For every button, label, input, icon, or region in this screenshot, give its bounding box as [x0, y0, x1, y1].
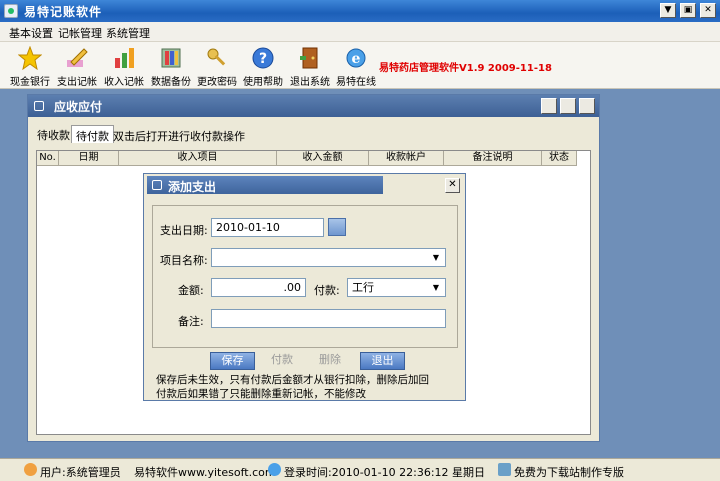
- menu-bar: 基本设置 记帐管理 系统管理: [0, 22, 720, 42]
- calendar-picker-button[interactable]: [328, 218, 346, 236]
- menu-system[interactable]: 系统管理: [106, 25, 150, 41]
- exit-door-icon: [300, 47, 318, 69]
- payment-label: 付款:: [314, 284, 340, 297]
- note-line-2: 付款后如果错了只能删除重新记帐，不能修改: [156, 388, 366, 400]
- bar-chart-icon: [115, 48, 134, 68]
- child-maximize-button[interactable]: [560, 98, 576, 114]
- status-bar: 用户:系统管理员 易特软件www.yitesoft.com 登录时间:2010-…: [0, 458, 720, 481]
- remark-input[interactable]: [211, 309, 446, 328]
- menu-basic-settings[interactable]: 基本设置: [9, 25, 53, 41]
- chevron-down-icon: ▼: [432, 253, 440, 262]
- toolbar-cash-bank[interactable]: 现金银行: [7, 44, 53, 88]
- svg-text:?: ?: [259, 51, 267, 67]
- dialog-close-button[interactable]: ✕: [445, 178, 460, 193]
- exit-button[interactable]: 退出: [360, 352, 405, 370]
- project-label: 项目名称:: [160, 254, 208, 267]
- dialog-titlebar: 添加支出 ✕: [144, 174, 465, 196]
- svg-text:e: e: [352, 51, 361, 67]
- col-status[interactable]: 状态: [542, 151, 577, 166]
- menu-bookkeeping[interactable]: 记帐管理: [58, 25, 102, 41]
- main-titlebar: 易特记账软件 ▼ ▣ ✕: [0, 0, 720, 22]
- payment-account-select[interactable]: 工行 ▼: [347, 278, 446, 297]
- tab-pending-payment[interactable]: 待付款: [71, 125, 114, 143]
- pencil-icon: [67, 48, 88, 67]
- toolbar-exit[interactable]: 退出系统: [287, 44, 333, 88]
- key-icon: [207, 48, 226, 66]
- tab-pending-receipt[interactable]: 待收款: [33, 125, 74, 143]
- payment-value: 工行: [352, 281, 374, 294]
- backup-icon: [161, 48, 181, 68]
- project-select[interactable]: ▼: [211, 248, 446, 267]
- toolbar-income[interactable]: 收入记帐: [101, 44, 147, 88]
- toolbar: 现金银行 支出记帐 收入记帐 数据备份 更改密码 ? 使用帮助 退出系统 e 易…: [0, 42, 720, 89]
- window-title: 易特记账软件: [24, 5, 103, 19]
- hint-text: 双击后打开进行收付款操作: [113, 130, 245, 143]
- help-icon: ?: [252, 47, 274, 69]
- date-input[interactable]: 2010-01-10: [211, 218, 324, 237]
- close-button[interactable]: ✕: [700, 3, 716, 18]
- user-icon: [24, 463, 37, 476]
- app-icon: [4, 4, 18, 18]
- child-titlebar: 应收应付: [28, 95, 599, 117]
- window-icon: [34, 101, 44, 111]
- internet-icon: e: [346, 48, 366, 68]
- col-income-item[interactable]: 收入项目: [119, 151, 277, 166]
- col-no[interactable]: No.: [37, 151, 59, 166]
- add-expense-dialog: 添加支出 ✕ 支出日期: 2010-01-10 项目名称: ▼ 金额: .00 …: [143, 173, 466, 401]
- toolbar-expense[interactable]: 支出记帐: [54, 44, 100, 88]
- toolbar-backup[interactable]: 数据备份: [148, 44, 194, 88]
- toolbar-help[interactable]: ? 使用帮助: [240, 44, 286, 88]
- maximize-button[interactable]: ▣: [680, 3, 696, 18]
- amount-input[interactable]: .00: [211, 278, 306, 297]
- minimize-button[interactable]: ▼: [660, 3, 676, 18]
- chevron-down-icon: ▼: [432, 283, 440, 292]
- status-user: 用户:系统管理员: [40, 466, 121, 479]
- remark-label: 备注:: [178, 315, 204, 328]
- save-button[interactable]: 保存: [210, 352, 255, 370]
- monitor-icon: [498, 463, 511, 476]
- child-title: 应收应付: [54, 100, 103, 114]
- status-website: 易特软件www.yitesoft.com: [134, 466, 276, 479]
- status-edition: 免费为下载站制作专版: [514, 466, 624, 479]
- col-remark[interactable]: 备注说明: [444, 151, 542, 166]
- pay-button[interactable]: 付款: [264, 352, 300, 370]
- note-line-1: 保存后未生效，只有付款后金额才从银行扣除，删除后加回: [156, 374, 429, 386]
- delete-button[interactable]: 删除: [312, 352, 348, 370]
- toolbar-change-password[interactable]: 更改密码: [194, 44, 240, 88]
- col-income-amount[interactable]: 收入金额: [277, 151, 369, 166]
- dialog-icon: [152, 180, 162, 190]
- status-login-time: 登录时间:2010-01-10 22:36:12 星期日: [284, 466, 486, 479]
- col-date[interactable]: 日期: [59, 151, 119, 166]
- star-icon: [18, 46, 42, 70]
- child-close-button[interactable]: [579, 98, 595, 114]
- amount-value: .00: [283, 281, 302, 294]
- clock-icon: [268, 463, 281, 476]
- dialog-title: 添加支出: [168, 180, 217, 194]
- amount-label: 金额:: [178, 284, 204, 297]
- date-value: 2010-01-10: [216, 221, 280, 234]
- col-account[interactable]: 收款帐户: [369, 151, 444, 166]
- toolbar-online[interactable]: e 易特在线: [333, 44, 379, 88]
- child-minimize-button[interactable]: [541, 98, 557, 114]
- date-label: 支出日期:: [160, 224, 208, 237]
- version-text: 易特药店管理软件V1.9 2009-11-18: [379, 63, 552, 74]
- table-header: No. 日期 收入项目 收入金额 收款帐户 备注说明 状态: [37, 151, 577, 166]
